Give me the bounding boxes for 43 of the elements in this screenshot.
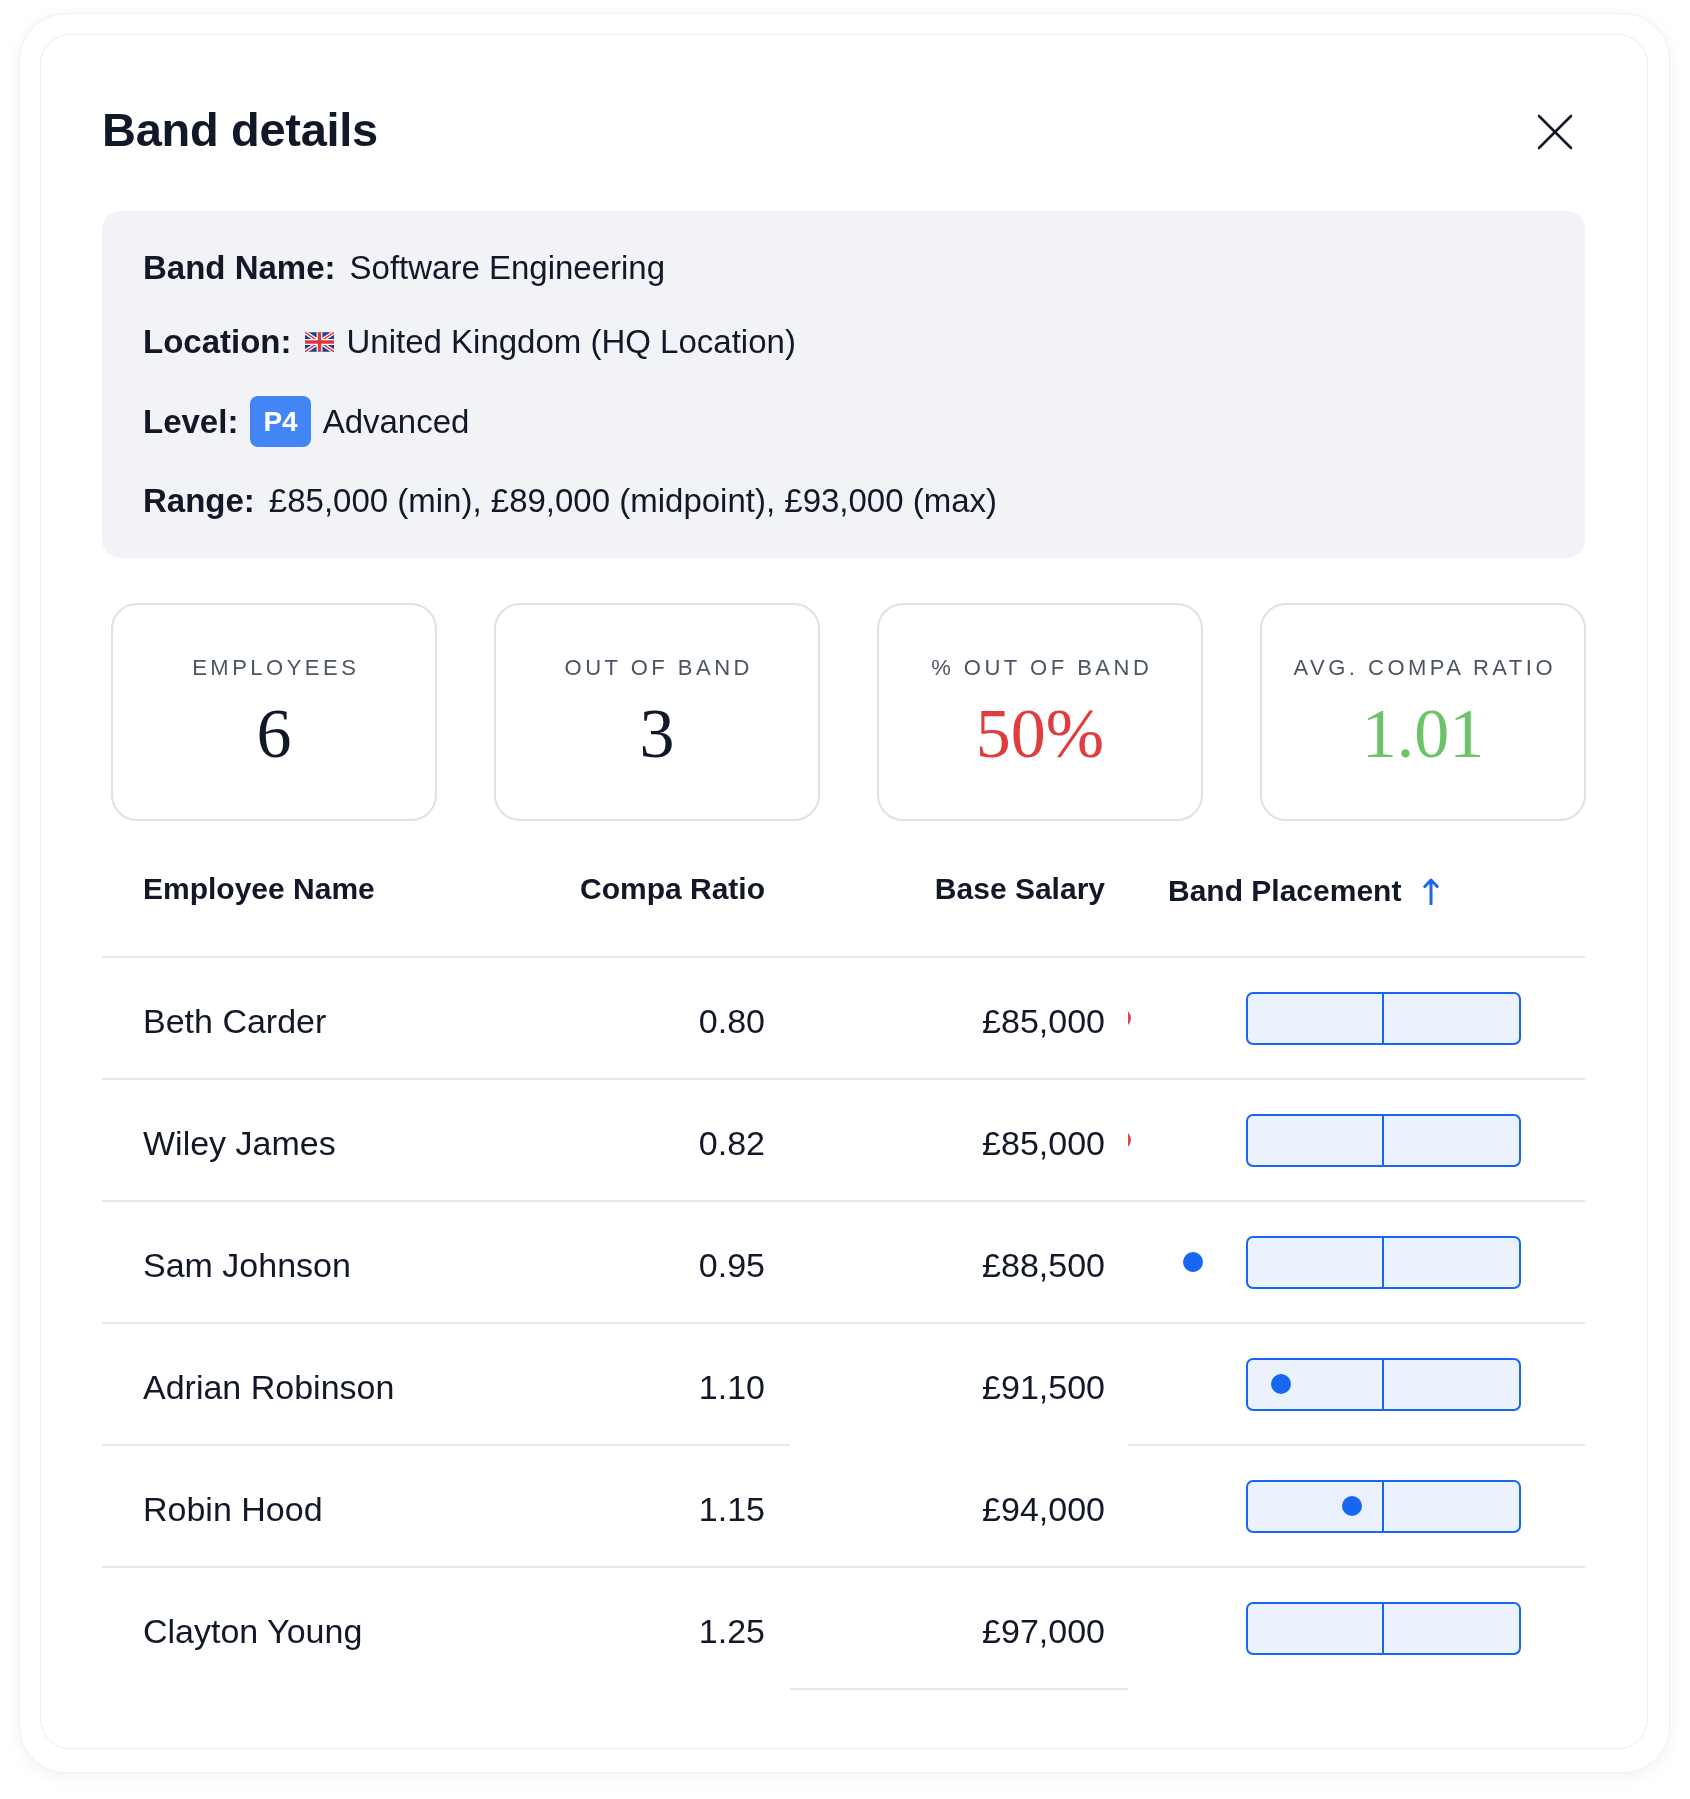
salary-value: £88,500 <box>982 1244 1105 1286</box>
salary-value: £85,000 <box>982 1122 1105 1164</box>
salary-value: £91,500 <box>982 1366 1105 1408</box>
stat-value: 6 <box>256 699 292 769</box>
compa-ratio-value: 1.25 <box>698 1610 765 1652</box>
field-label: Location: <box>143 322 292 362</box>
salary-value: £85,000 <box>982 1000 1105 1042</box>
stat-value: 50% <box>975 699 1105 769</box>
compa-ratio-value: 1.10 <box>698 1366 765 1408</box>
compa-ratio-value: 0.82 <box>698 1122 765 1164</box>
employee-name: Clayton Young <box>143 1610 363 1652</box>
column-header: Base Salary <box>934 871 1105 907</box>
flag-icon <box>305 332 335 352</box>
field-label: Band Name: <box>143 248 336 288</box>
field-label: Range: <box>143 481 255 521</box>
compa-ratio-value: 0.80 <box>698 1000 765 1042</box>
employee-name: Robin Hood <box>143 1488 323 1530</box>
sort-arrow-up-icon[interactable] <box>1423 876 1440 905</box>
compa-ratio-value: 0.95 <box>698 1244 765 1286</box>
employee-name: Adrian Robinson <box>143 1366 395 1408</box>
stat-value: 3 <box>639 699 675 769</box>
column-header: Band Placement <box>1168 873 1402 909</box>
employee-name: Sam Johnson <box>143 1244 351 1286</box>
close-button[interactable] <box>1537 114 1573 150</box>
employee-name: Beth Carder <box>143 1000 327 1042</box>
field-value: United Kingdom (HQ Location) <box>346 322 796 362</box>
stat-label: OUT OF BAND <box>564 654 753 682</box>
level-badge: P4 <box>250 396 311 447</box>
compa-ratio-value: 1.15 <box>698 1488 765 1530</box>
stat-value: 1.01 <box>1361 699 1485 769</box>
field-value: £85,000 (min), £89,000 (midpoint), £93,000 (max) <box>268 481 998 521</box>
salary-value: £94,000 <box>982 1488 1105 1530</box>
salary-value: £97,000 <box>982 1610 1105 1652</box>
field-value: Advanced <box>322 401 470 442</box>
field-label: Level: <box>143 401 239 442</box>
dialog-title: Band details <box>102 102 378 158</box>
column-header: Employee Name <box>143 871 375 907</box>
column-header: Compa Ratio <box>580 871 765 907</box>
stat-label: AVG. COMPA RATIO <box>1293 654 1557 682</box>
stat-label: % OUT OF BAND <box>931 654 1153 682</box>
field-value: Software Engineering <box>349 248 666 288</box>
stat-label: EMPLOYEES <box>192 654 360 682</box>
employee-name: Wiley James <box>143 1122 336 1164</box>
